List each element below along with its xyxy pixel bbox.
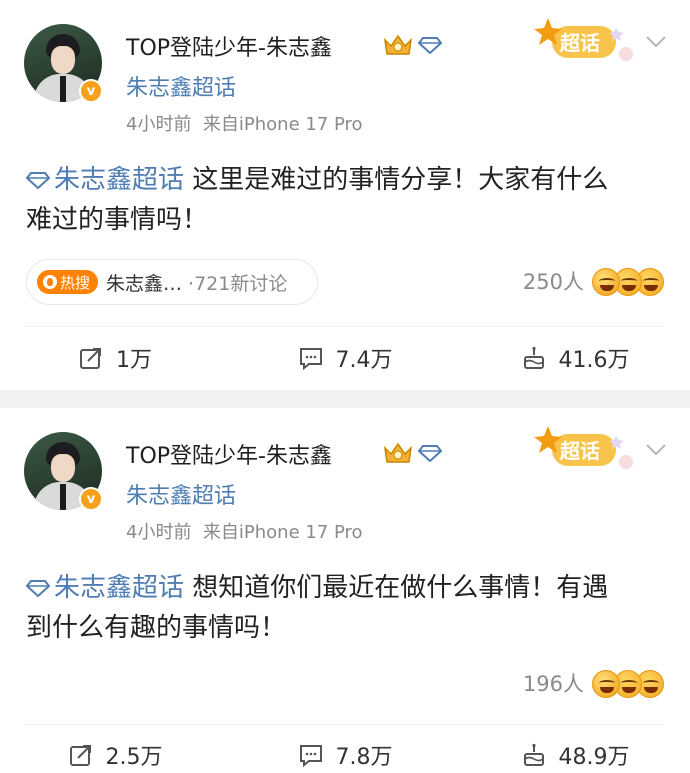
hot-search-pill[interactable]: 热搜 朱志鑫… ·721新讨论 [26, 259, 318, 305]
feed-separator [0, 390, 690, 408]
reaction-count: 196人 [522, 672, 584, 696]
crown-icon [383, 442, 413, 463]
repost-button[interactable]: 1万 [0, 336, 230, 380]
weibo-feed: v TOP登陆少年-朱志鑫 朱志鑫超话 4小时前 来自iPhone 17 Pro… [0, 0, 690, 773]
topic-link[interactable]: 朱志鑫超话 [126, 478, 236, 510]
supertopic-badge[interactable]: 超话 [530, 14, 640, 66]
like-cake-icon [523, 743, 544, 766]
comment-icon [299, 745, 322, 768]
action-bar: 1万 7.4万 41.6万 [0, 336, 690, 380]
crown-icon [383, 34, 413, 55]
post-content: 朱志鑫超话 这里是难过的事情分享！大家有什么 难过的事情吗！ [26, 160, 666, 240]
hot-discussion-count: ·721新讨论 [188, 272, 288, 295]
content-text: 这里是难过的事情分享！大家有什么 [184, 165, 609, 195]
post-content: 朱志鑫超话 想知道你们最近在做什么事情！有遇 到什么有趣的事情吗！ [26, 568, 666, 648]
divider [26, 724, 664, 725]
like-cake-icon [523, 346, 544, 369]
content-text: 到什么有趣的事情吗！ [26, 613, 287, 643]
reactions-summary[interactable]: 196人 [523, 666, 664, 700]
hot-flame-icon [43, 275, 57, 289]
repost-button[interactable]: 2.5万 [0, 733, 230, 773]
like-count: 48.9万 [558, 745, 630, 770]
diamond-icon [26, 172, 50, 189]
repost-icon [80, 348, 101, 369]
reactions-summary[interactable]: 250人 [523, 264, 664, 298]
content-topic-link[interactable]: 朱志鑫超话 [26, 165, 184, 195]
post-source: 来自iPhone 17 Pro [202, 522, 363, 543]
divider [26, 326, 664, 327]
verified-v-icon: v [79, 487, 103, 511]
comment-count: 7.4万 [335, 348, 393, 373]
content-topic-text: 朱志鑫超话 [54, 573, 185, 603]
supertopic-badge-label: 超话 [560, 31, 600, 55]
diamond-icon [418, 445, 442, 462]
content-text: 想知道你们最近在做什么事情！有遇 [184, 573, 609, 603]
verified-v-icon: v [79, 79, 103, 103]
chevron-down-icon[interactable] [644, 442, 668, 458]
content-topic-link[interactable]: 朱志鑫超话 [26, 573, 184, 603]
author-name[interactable]: TOP登陆少年-朱志鑫 [126, 438, 332, 470]
post-card: v TOP登陆少年-朱志鑫 朱志鑫超话 4小时前 来自iPhone 17 Pro… [0, 0, 690, 390]
post-source: 来自iPhone 17 Pro [202, 114, 363, 135]
hot-badge: 热搜 [37, 270, 99, 294]
post-time: 4小时前 [126, 114, 192, 135]
post-meta: 4小时前 来自iPhone 17 Pro [126, 518, 363, 544]
supertopic-badge[interactable]: 超话 [530, 422, 640, 474]
comment-button[interactable]: 7.8万 [230, 733, 460, 773]
supertopic-badge-label: 超话 [560, 439, 600, 463]
hot-title: 朱志鑫… [106, 272, 183, 295]
hot-badge-label: 热搜 [60, 273, 91, 292]
post-card: v TOP登陆少年-朱志鑫 朱志鑫超话 4小时前 来自iPhone 17 Pro… [0, 408, 690, 773]
content-text: 难过的事情吗！ [26, 205, 209, 235]
post-meta: 4小时前 来自iPhone 17 Pro [126, 110, 363, 136]
repost-count: 1万 [116, 348, 152, 373]
diamond-icon [418, 37, 442, 54]
like-button[interactable]: 48.9万 [460, 733, 690, 773]
action-bar: 2.5万 7.8万 48.9万 [0, 733, 690, 773]
like-count: 41.6万 [558, 348, 630, 373]
diamond-icon [26, 580, 50, 597]
like-button[interactable]: 41.6万 [460, 336, 690, 380]
author-name[interactable]: TOP登陆少年-朱志鑫 [126, 30, 332, 62]
comment-button[interactable]: 7.4万 [230, 336, 460, 380]
comment-count: 7.8万 [335, 745, 393, 770]
repost-icon [69, 745, 91, 766]
topic-link[interactable]: 朱志鑫超话 [126, 70, 236, 102]
post-time: 4小时前 [126, 522, 192, 543]
chevron-down-icon[interactable] [644, 34, 668, 50]
repost-count: 2.5万 [105, 745, 163, 770]
comment-icon [299, 348, 322, 371]
reaction-emoji-icon [592, 264, 664, 298]
reaction-emoji-icon [592, 666, 664, 700]
content-topic-text: 朱志鑫超话 [54, 165, 185, 195]
reaction-count: 250人 [522, 270, 584, 294]
